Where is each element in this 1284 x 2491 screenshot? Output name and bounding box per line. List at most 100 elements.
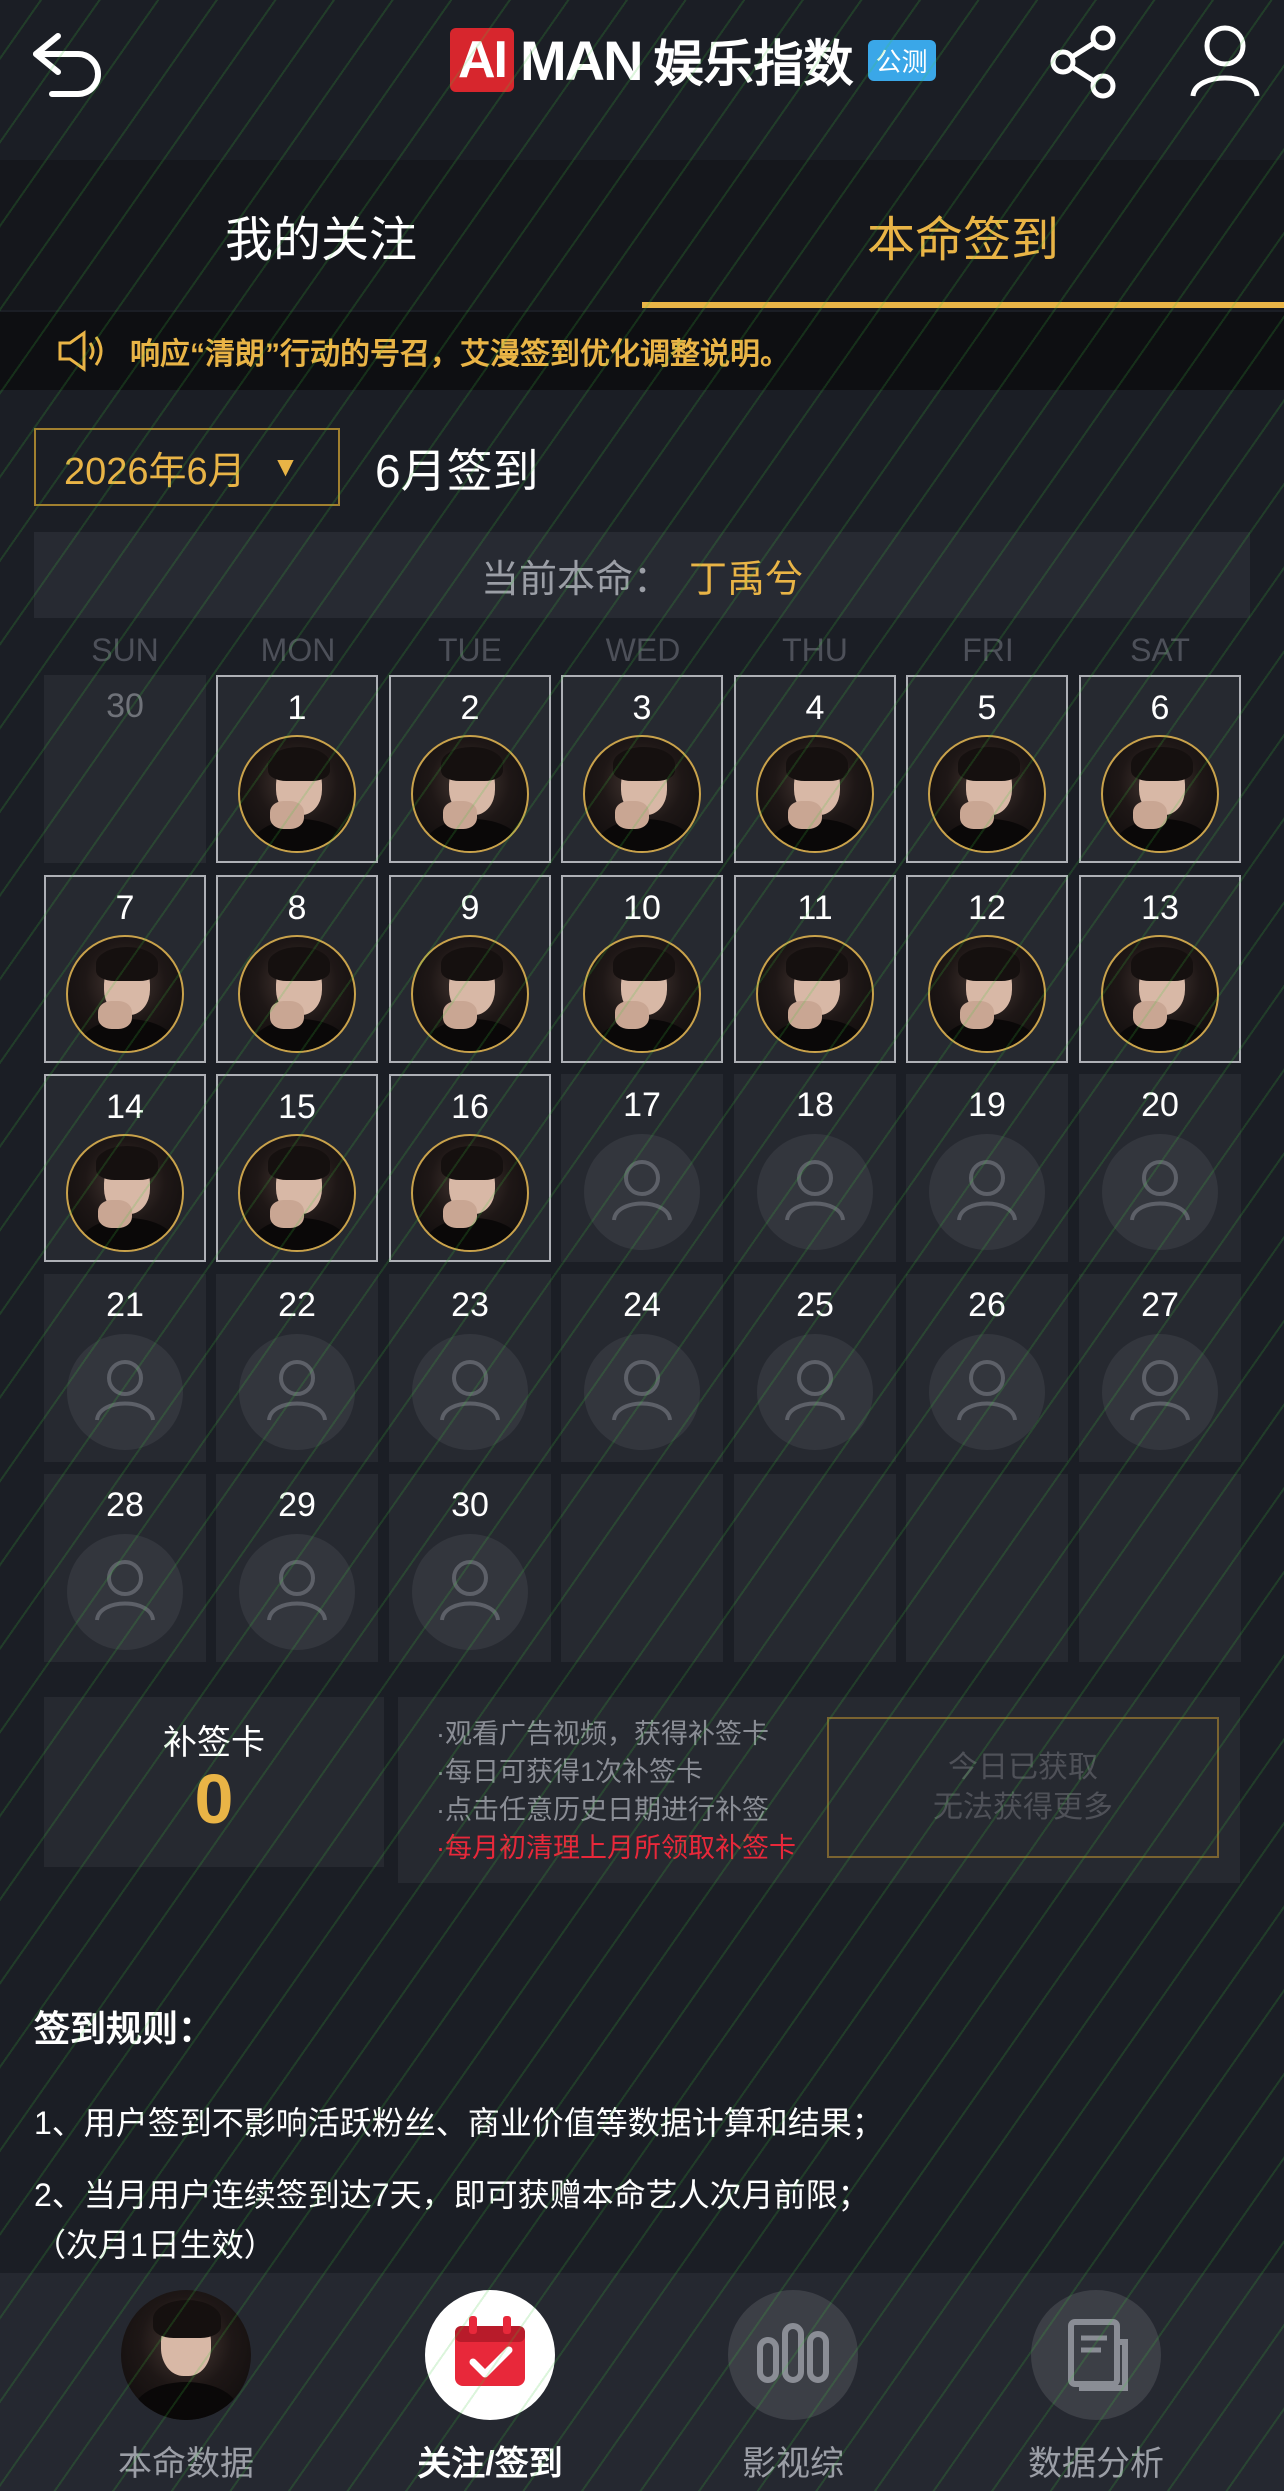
- weekday-label: SUN: [91, 632, 159, 668]
- chevron-down-icon: ▼: [271, 451, 300, 482]
- user-placeholder-icon: [412, 1334, 528, 1450]
- rule-item: 2、当月用户连续签到达7天，即可获赠本命艺人次月前限；（次月1日生效）: [34, 2177, 870, 2263]
- calendar-day[interactable]: 29: [216, 1474, 378, 1662]
- supplement-line: ·每日可获得1次补签卡: [436, 1757, 704, 1787]
- day-number: 27: [1141, 1286, 1179, 1324]
- day-number: 20: [1141, 1086, 1179, 1124]
- tab-checkin[interactable]: 本命签到: [642, 160, 1284, 310]
- nav-label: 本命数据: [118, 2445, 254, 2483]
- weekday-label: FRI: [962, 632, 1014, 668]
- day-number: 23: [451, 1286, 489, 1324]
- user-icon[interactable]: [1185, 20, 1265, 100]
- day-number: 21: [106, 1286, 144, 1324]
- idol-avatar: [238, 1134, 356, 1252]
- calendar-day[interactable]: 20: [1079, 1074, 1241, 1262]
- weekday-label: THU: [782, 632, 848, 668]
- share-icon[interactable]: [1045, 22, 1125, 102]
- calendar-day[interactable]: 15: [216, 1074, 378, 1262]
- calendar-day[interactable]: 4: [734, 675, 896, 863]
- calendar-day[interactable]: 30: [44, 675, 206, 863]
- get-supplement-button[interactable]: 今日已获取 无法获得更多: [827, 1717, 1219, 1858]
- user-placeholder-icon: [1102, 1134, 1218, 1250]
- supplement-line: ·点击任意历史日期进行补签: [436, 1795, 769, 1825]
- tab-my-follow[interactable]: 我的关注: [0, 160, 642, 310]
- notice-text: 响应“清朗”行动的号召，艾漫签到优化调整说明。: [130, 338, 790, 371]
- calendar-day[interactable]: 8: [216, 875, 378, 1063]
- calendar-day[interactable]: 3: [561, 675, 723, 863]
- user-placeholder-icon: [1102, 1334, 1218, 1450]
- back-icon[interactable]: [28, 22, 108, 102]
- calendar-day[interactable]: 21: [44, 1274, 206, 1462]
- calendar-day[interactable]: 7: [44, 875, 206, 1063]
- calendar-day[interactable]: 2: [389, 675, 551, 863]
- nav-film-tv[interactable]: 影视综: [693, 2290, 893, 2485]
- idol-avatar: [411, 1134, 529, 1252]
- calendar-day[interactable]: 19: [906, 1074, 1068, 1262]
- user-placeholder-icon: [929, 1134, 1045, 1250]
- calendar-check-icon: [425, 2290, 555, 2420]
- calendar-day[interactable]: 12: [906, 875, 1068, 1063]
- calendar-day[interactable]: 27: [1079, 1274, 1241, 1462]
- nav-idol-data[interactable]: 本命数据: [86, 2290, 286, 2485]
- rules-title: 签到规则：: [34, 2008, 215, 2049]
- calendar-day[interactable]: 18: [734, 1074, 896, 1262]
- tab-bar: 我的关注 本命签到: [0, 160, 1284, 310]
- avatar-icon: [121, 2290, 251, 2420]
- calendar-day[interactable]: 30: [389, 1474, 551, 1662]
- supplement-card: 补签卡 0: [44, 1697, 384, 1867]
- calendar-day[interactable]: 9: [389, 875, 551, 1063]
- calendar-day[interactable]: 6: [1079, 675, 1241, 863]
- idol-avatar: [756, 735, 874, 853]
- day-number: 17: [623, 1086, 661, 1124]
- idol-avatar: [928, 935, 1046, 1053]
- day-number: 16: [451, 1088, 489, 1126]
- calendar-day[interactable]: 23: [389, 1274, 551, 1462]
- day-number: 12: [968, 889, 1006, 927]
- nav-data-analysis[interactable]: 数据分析: [996, 2290, 1196, 2485]
- logo-ai: AI: [450, 28, 514, 92]
- weekday-label: WED: [605, 632, 681, 668]
- calendar-day[interactable]: 24: [561, 1274, 723, 1462]
- calendar-day[interactable]: 11: [734, 875, 896, 1063]
- calendar-day[interactable]: 22: [216, 1274, 378, 1462]
- day-number: 6: [1150, 689, 1170, 727]
- calendar-day[interactable]: 1: [216, 675, 378, 863]
- day-number: 26: [968, 1286, 1006, 1324]
- user-placeholder-icon: [239, 1534, 355, 1650]
- month-select[interactable]: 2026年6月 ▼: [34, 428, 340, 506]
- idol-avatar: [928, 735, 1046, 853]
- user-placeholder-icon: [929, 1334, 1045, 1450]
- tab-active-indicator: [642, 302, 1284, 308]
- idol-avatar: [583, 935, 701, 1053]
- day-number: 14: [106, 1088, 144, 1126]
- calendar-day[interactable]: 17: [561, 1074, 723, 1262]
- calendar-day[interactable]: 25: [734, 1274, 896, 1462]
- day-number: 28: [106, 1486, 144, 1524]
- idol-avatar: [411, 935, 529, 1053]
- calendar-empty-cell: [561, 1474, 723, 1662]
- idol-avatar: [583, 735, 701, 853]
- rule-item: 1、用户签到不影响活跃粉丝、商业价值等数据计算和结果；: [34, 2105, 884, 2141]
- idol-avatar: [1101, 735, 1219, 853]
- month-select-value: 2026年6月: [64, 450, 246, 493]
- calendar-day[interactable]: 26: [906, 1274, 1068, 1462]
- day-number: 30: [451, 1486, 489, 1524]
- logo-title: 娱乐指数: [653, 36, 854, 92]
- document-icon: [1031, 2290, 1161, 2420]
- button-line: 今日已获取: [948, 1750, 1098, 1784]
- day-number: 5: [977, 689, 997, 727]
- calendar-day[interactable]: 16: [389, 1074, 551, 1262]
- day-number: 25: [796, 1286, 834, 1324]
- calendar-day[interactable]: 5: [906, 675, 1068, 863]
- calendar-day[interactable]: 10: [561, 875, 723, 1063]
- calendar-day[interactable]: 28: [44, 1474, 206, 1662]
- film-bars-icon: [728, 2290, 858, 2420]
- user-placeholder-icon: [67, 1534, 183, 1650]
- calendar-day[interactable]: 14: [44, 1074, 206, 1262]
- user-placeholder-icon: [757, 1134, 873, 1250]
- notice-bar[interactable]: 响应“清朗”行动的号召，艾漫签到优化调整说明。: [0, 312, 1284, 390]
- user-placeholder-icon: [412, 1534, 528, 1650]
- calendar-day[interactable]: 13: [1079, 875, 1241, 1063]
- speaker-icon: [56, 329, 108, 373]
- nav-follow-checkin[interactable]: 关注/签到: [390, 2290, 590, 2485]
